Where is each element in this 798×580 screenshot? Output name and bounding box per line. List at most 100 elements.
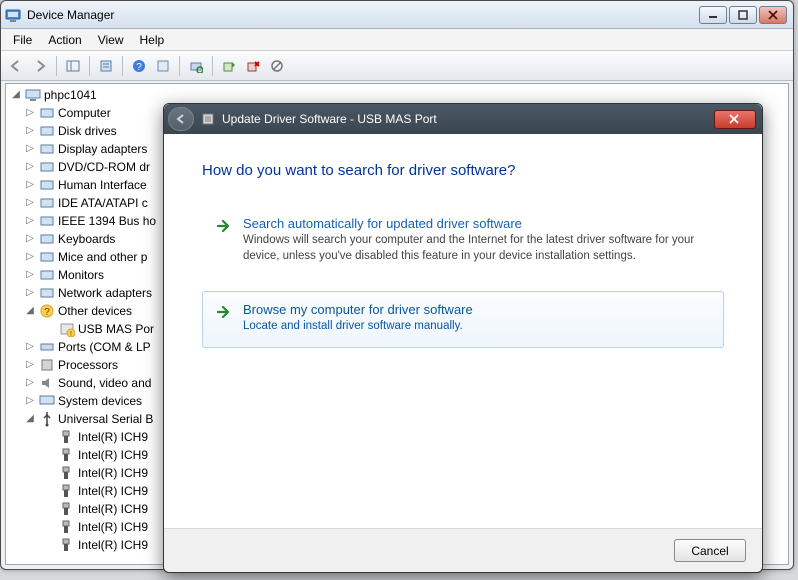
disable-icon[interactable]: [266, 55, 288, 77]
nav-back-icon[interactable]: [5, 55, 27, 77]
option-desc: Windows will search your computer and th…: [243, 233, 709, 264]
usb-connector-icon: [59, 447, 75, 463]
dm-titlebar[interactable]: Device Manager: [1, 1, 793, 29]
tree-root-label: phpc1041: [44, 86, 97, 104]
tree-node-label: Disk drives: [58, 122, 117, 140]
menu-action[interactable]: Action: [40, 31, 89, 49]
wizard-body: How do you want to search for driver sof…: [164, 134, 762, 528]
close-button[interactable]: [759, 6, 787, 24]
tree-node-label: Network adapters: [58, 284, 152, 302]
expand-icon[interactable]: ▷: [24, 392, 36, 410]
device-icon: [39, 123, 55, 139]
action-icon[interactable]: [152, 55, 174, 77]
cancel-button[interactable]: Cancel: [674, 539, 746, 562]
device-icon: [39, 249, 55, 265]
tree-node-label: System devices: [58, 392, 142, 410]
expand-icon[interactable]: ▷: [24, 122, 36, 140]
collapse-icon[interactable]: ◢: [24, 410, 36, 428]
expand-icon[interactable]: ▷: [24, 338, 36, 356]
expand-icon[interactable]: ▷: [24, 284, 36, 302]
dm-toolbar: ?: [1, 51, 793, 81]
device-icon: [39, 177, 55, 193]
usb-connector-icon: [59, 483, 75, 499]
processor-icon: [39, 357, 55, 373]
tree-node-label: IEEE 1394 Bus ho: [58, 212, 156, 230]
wizard-title: Update Driver Software - USB MAS Port: [222, 112, 714, 126]
tree-node-label: Universal Serial B: [58, 410, 153, 428]
arrow-right-icon: [215, 304, 231, 320]
tree-node-label: Intel(R) ICH9: [78, 482, 148, 500]
device-icon: [39, 141, 55, 157]
menu-view[interactable]: View: [90, 31, 132, 49]
expand-icon[interactable]: ▷: [24, 356, 36, 374]
update-driver-icon[interactable]: [218, 55, 240, 77]
option-title: Search automatically for updated driver …: [243, 216, 709, 231]
tree-node-label: Processors: [58, 356, 118, 374]
option-desc: Locate and install driver software manua…: [243, 319, 709, 335]
tree-node-label: Intel(R) ICH9: [78, 518, 148, 536]
properties-icon[interactable]: [95, 55, 117, 77]
tree-node-label: Monitors: [58, 266, 104, 284]
svg-text:?: ?: [44, 307, 50, 318]
device-icon: [39, 159, 55, 175]
expand-icon[interactable]: ▷: [24, 230, 36, 248]
ports-icon: [39, 339, 55, 355]
expand-icon[interactable]: ▷: [24, 266, 36, 284]
tree-root[interactable]: ◢ phpc1041: [10, 86, 788, 104]
option-search-automatically[interactable]: Search automatically for updated driver …: [202, 205, 724, 277]
expand-icon[interactable]: ▷: [24, 248, 36, 266]
tree-node-label: Display adapters: [58, 140, 147, 158]
tree-node-label: Intel(R) ICH9: [78, 500, 148, 518]
usb-connector-icon: [59, 519, 75, 535]
scan-hardware-icon[interactable]: [185, 55, 207, 77]
expand-icon[interactable]: ▷: [24, 176, 36, 194]
device-icon: [39, 195, 55, 211]
collapse-icon[interactable]: ◢: [10, 86, 22, 104]
dm-menubar: File Action View Help: [1, 29, 793, 51]
menu-help[interactable]: Help: [132, 31, 173, 49]
tree-node-label: DVD/CD-ROM dr: [58, 158, 150, 176]
tree-node-label: Mice and other p: [58, 248, 147, 266]
driver-chip-icon: [200, 111, 216, 127]
wizard-footer: Cancel: [164, 528, 762, 572]
device-icon: [39, 213, 55, 229]
tree-node-label: Intel(R) ICH9: [78, 446, 148, 464]
wizard-titlebar[interactable]: Update Driver Software - USB MAS Port: [164, 104, 762, 134]
menu-file[interactable]: File: [5, 31, 40, 49]
option-browse-computer[interactable]: Browse my computer for driver software L…: [202, 291, 724, 348]
expand-icon[interactable]: ▷: [24, 104, 36, 122]
maximize-button[interactable]: [729, 6, 757, 24]
expand-icon[interactable]: ▷: [24, 158, 36, 176]
collapse-icon[interactable]: ◢: [24, 302, 36, 320]
unknown-device-icon: !: [59, 321, 75, 337]
show-hide-tree-icon[interactable]: [62, 55, 84, 77]
expand-icon[interactable]: ▷: [24, 140, 36, 158]
usb-connector-icon: [59, 465, 75, 481]
option-title: Browse my computer for driver software: [243, 302, 709, 317]
tree-node-label: Intel(R) ICH9: [78, 464, 148, 482]
uninstall-icon[interactable]: [242, 55, 264, 77]
minimize-button[interactable]: [699, 6, 727, 24]
update-driver-wizard: Update Driver Software - USB MAS Port Ho…: [163, 103, 763, 573]
computer-icon: [25, 87, 41, 103]
other-device-icon: ?: [39, 303, 55, 319]
svg-text:?: ?: [136, 62, 142, 73]
dm-title: Device Manager: [27, 8, 699, 22]
expand-icon[interactable]: ▷: [24, 374, 36, 392]
expand-icon[interactable]: ▷: [24, 194, 36, 212]
usb-connector-icon: [59, 537, 75, 553]
usb-connector-icon: [59, 429, 75, 445]
help-icon[interactable]: ?: [128, 55, 150, 77]
tree-node-label: Computer: [58, 104, 111, 122]
usb-connector-icon: [59, 501, 75, 517]
device-icon: [39, 267, 55, 283]
system-icon: [39, 393, 55, 409]
expand-icon[interactable]: ▷: [24, 212, 36, 230]
usb-icon: [39, 411, 55, 427]
tree-node-label: Intel(R) ICH9: [78, 428, 148, 446]
wizard-back-button[interactable]: [168, 107, 194, 131]
wizard-close-button[interactable]: [714, 110, 756, 129]
nav-forward-icon[interactable]: [29, 55, 51, 77]
tree-node-label: Other devices: [58, 302, 132, 320]
sound-icon: [39, 375, 55, 391]
